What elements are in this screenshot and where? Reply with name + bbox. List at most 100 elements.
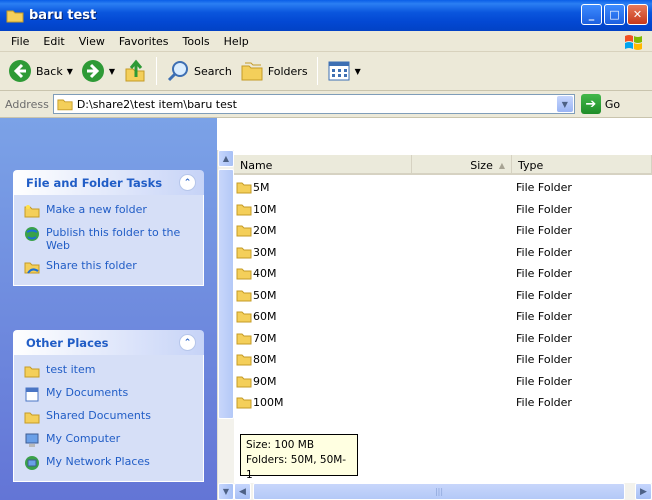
tooltip-folders: Folders: 50M, 50M-1: [246, 454, 347, 481]
scroll-right-icon[interactable]: ▶: [635, 483, 652, 500]
folders-button[interactable]: Folders: [236, 56, 312, 86]
menu-tools[interactable]: Tools: [176, 35, 217, 48]
scroll-up-icon[interactable]: ▲: [218, 150, 234, 167]
make-new-folder-link[interactable]: Make a new folder: [24, 203, 195, 219]
file-type-cell: File Folder: [516, 374, 572, 388]
file-name: 40M: [253, 267, 277, 280]
maximize-button[interactable]: □: [604, 4, 625, 25]
forward-button[interactable]: ▼: [77, 56, 119, 86]
vertical-scrollbar[interactable]: ▲ ▼: [217, 150, 234, 500]
menu-help[interactable]: Help: [217, 35, 256, 48]
menu-edit[interactable]: Edit: [36, 35, 71, 48]
scroll-thumb[interactable]: |||: [253, 483, 625, 500]
go-button[interactable]: ➔ Go: [580, 94, 620, 114]
table-row[interactable]: 40M File Folder: [234, 263, 652, 284]
file-folder-tasks-title: File and Folder Tasks: [26, 175, 163, 190]
scroll-left-icon[interactable]: ◀: [234, 483, 251, 500]
windows-flag-icon: [625, 35, 642, 50]
toolbar-separator: [156, 57, 158, 85]
place-test-item[interactable]: test item: [24, 363, 195, 379]
file-name-cell[interactable]: 70M: [234, 332, 412, 345]
forward-dropdown-icon[interactable]: ▼: [109, 67, 115, 76]
column-size-header[interactable]: Size ▲: [412, 155, 512, 175]
tooltip: Size: 100 MB Folders: 50M, 50M-1: [240, 434, 358, 481]
table-row[interactable]: 20M File Folder: [234, 220, 652, 241]
file-type-cell: File Folder: [516, 245, 572, 259]
table-row[interactable]: 60M File Folder: [234, 306, 652, 327]
table-row[interactable]: 50M File Folder: [234, 285, 652, 306]
address-dropdown-icon[interactable]: ▼: [556, 96, 573, 112]
table-row[interactable]: 90M File Folder: [234, 371, 652, 392]
address-field[interactable]: D:\share2\test item\baru test ▼: [52, 94, 575, 114]
folder-icon: [236, 290, 252, 301]
file-name-cell[interactable]: 100M: [234, 396, 412, 409]
back-label: Back: [36, 64, 63, 78]
views-button[interactable]: ▼: [323, 56, 365, 86]
column-name-header[interactable]: Name: [234, 155, 412, 175]
menu-view[interactable]: View: [72, 35, 112, 48]
collapse-icon[interactable]: ⌃: [179, 174, 196, 191]
column-type-header[interactable]: Type: [512, 155, 652, 175]
table-row[interactable]: 70M File Folder: [234, 328, 652, 349]
search-button[interactable]: Search: [162, 56, 236, 86]
scroll-down-icon[interactable]: ▼: [218, 483, 234, 500]
place-label: test item: [46, 363, 96, 376]
tooltip-size: Size: 100 MB: [246, 439, 315, 451]
place-label: My Network Places: [46, 455, 150, 468]
other-places-body: test item My Documents Shared Documents …: [13, 355, 204, 482]
file-name: 80M: [253, 353, 277, 366]
other-places-header[interactable]: Other Places ⌃: [13, 330, 204, 355]
file-type-cell: File Folder: [516, 224, 572, 237]
other-places-panel: Other Places ⌃ test item My Documents Sh…: [13, 330, 204, 482]
documents-icon: [25, 387, 39, 402]
table-row[interactable]: 10M File Folder: [234, 199, 652, 220]
file-name-cell[interactable]: 60M: [234, 310, 412, 323]
file-name-cell[interactable]: 20M: [234, 224, 412, 237]
file-name-cell[interactable]: 80M: [234, 353, 412, 366]
menu-file[interactable]: File: [4, 35, 36, 48]
file-folder-tasks-body: Make a new folder Publish this folder to…: [13, 195, 204, 286]
file-name-cell[interactable]: 10M: [234, 203, 412, 216]
folders-label: Folders: [267, 64, 308, 78]
minimize-button[interactable]: _: [581, 4, 602, 25]
back-button[interactable]: Back ▼: [4, 56, 77, 86]
place-my-computer[interactable]: My Computer: [24, 432, 195, 448]
file-name-cell[interactable]: 5M: [234, 181, 412, 194]
file-list: Name Size ▲ Type 5M File Folder 10M File Fo…: [234, 155, 652, 475]
publish-folder-link[interactable]: Publish this folder to the Web: [24, 226, 195, 252]
file-name-cell[interactable]: 50M: [234, 289, 412, 302]
file-folder-tasks-panel: File and Folder Tasks ⌃ Make a new folde…: [13, 170, 204, 286]
menu-favorites[interactable]: Favorites: [112, 35, 176, 48]
close-button[interactable]: ✕: [627, 4, 648, 25]
toolbar-separator: [316, 57, 318, 85]
collapse-icon[interactable]: ⌃: [179, 334, 196, 351]
folder-icon: [236, 182, 252, 194]
file-name-cell[interactable]: 30M: [234, 246, 412, 259]
folder-icon: [236, 311, 252, 323]
share-folder-link[interactable]: Share this folder: [24, 259, 195, 275]
file-name-cell[interactable]: 90M: [234, 375, 412, 388]
search-label: Search: [194, 64, 232, 78]
forward-icon: [81, 60, 104, 82]
file-name-cell[interactable]: 40M: [234, 267, 412, 280]
place-shared-documents[interactable]: Shared Documents: [24, 409, 195, 425]
back-dropdown-icon[interactable]: ▼: [67, 67, 73, 76]
horizontal-scrollbar[interactable]: ◀ ||| ▶: [234, 483, 652, 500]
address-label: Address: [5, 97, 49, 111]
scroll-thumb[interactable]: [218, 169, 234, 419]
table-row[interactable]: 5M File Folder: [234, 177, 652, 198]
file-type-cell: File Folder: [516, 310, 572, 323]
file-folder-tasks-header[interactable]: File and Folder Tasks ⌃: [13, 170, 204, 195]
new-folder-icon: [24, 205, 40, 218]
table-row[interactable]: 30M File Folder: [234, 242, 652, 263]
place-label: My Computer: [46, 432, 121, 445]
views-dropdown-icon[interactable]: ▼: [355, 67, 361, 76]
folders-icon: [241, 62, 263, 81]
address-path: D:\share2\test item\baru test: [76, 97, 237, 111]
place-my-network-places[interactable]: My Network Places: [24, 455, 195, 471]
file-type-cell: File Folder: [516, 267, 572, 280]
up-button[interactable]: [119, 56, 151, 86]
table-row[interactable]: 80M File Folder: [234, 349, 652, 370]
place-my-documents[interactable]: My Documents: [24, 386, 195, 402]
table-row[interactable]: 100M File Folder: [234, 392, 652, 413]
